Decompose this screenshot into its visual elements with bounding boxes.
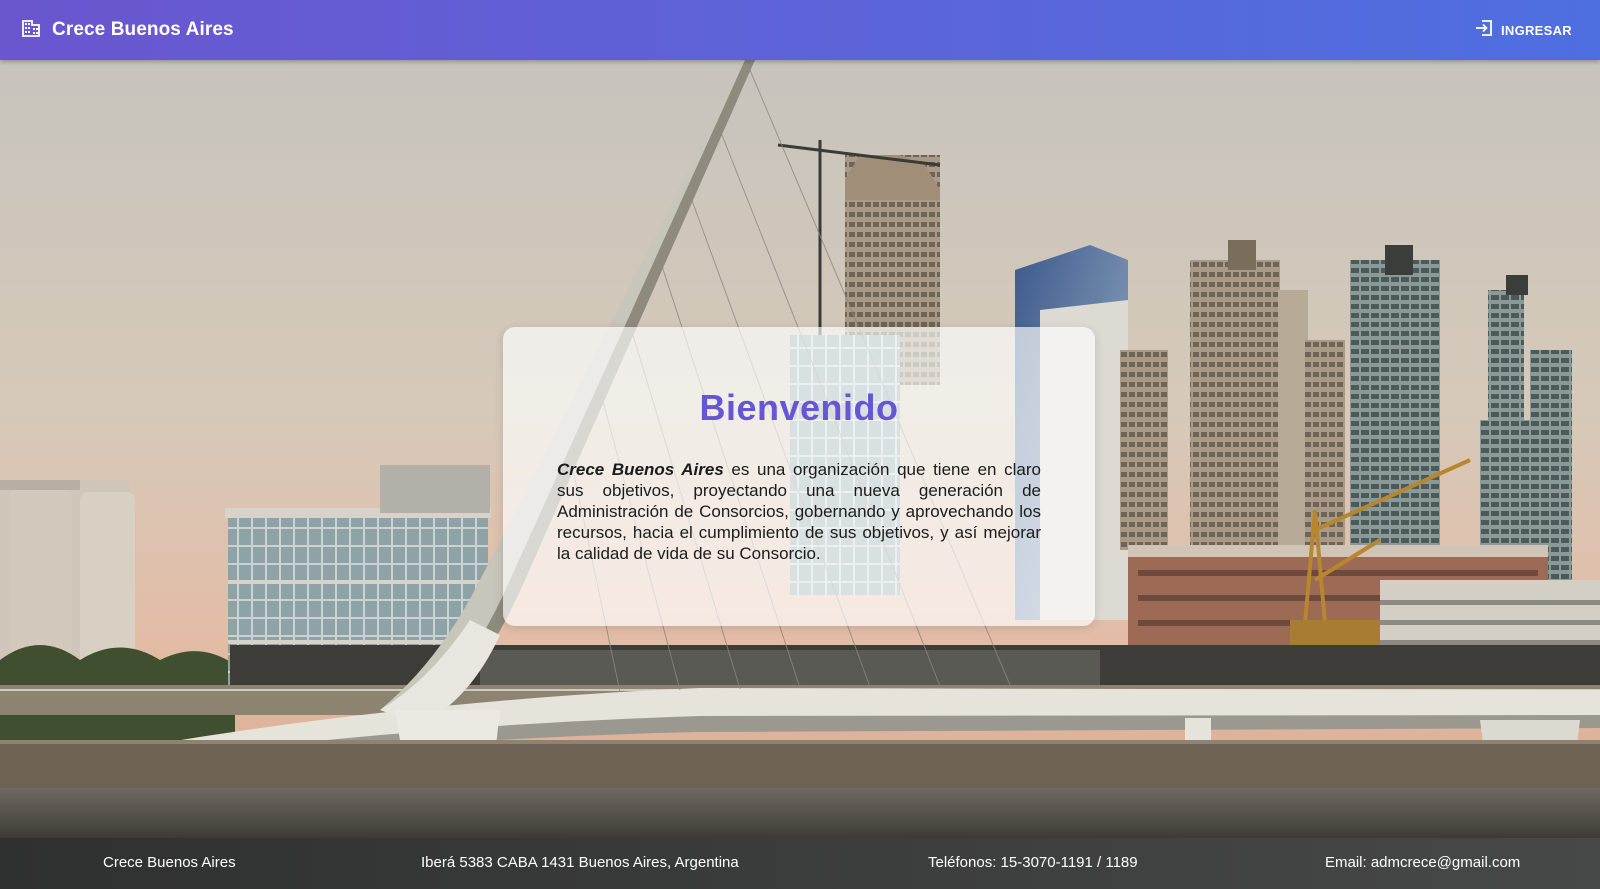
brand[interactable]: Crece Buenos Aires xyxy=(22,19,234,42)
footer-email[interactable]: Email: admcrece@gmail.com xyxy=(1325,854,1520,871)
top-app-bar: Crece Buenos Aires INGRESAR xyxy=(0,0,1600,60)
welcome-card: Bienvenido Crece Buenos Aires es una org… xyxy=(503,327,1095,626)
login-label: INGRESAR xyxy=(1500,22,1572,38)
login-button[interactable]: INGRESAR xyxy=(1474,18,1572,43)
brand-title: Crece Buenos Aires xyxy=(52,19,234,40)
building-icon xyxy=(22,19,40,42)
footer-phones: Teléfonos: 15-3070-1191 / 1189 xyxy=(928,854,1138,871)
footer-name: Crece Buenos Aires xyxy=(103,854,236,871)
login-icon xyxy=(1474,18,1494,43)
footer: Crece Buenos Aires Iberá 5383 CABA 1431 … xyxy=(0,838,1600,889)
welcome-text: Crece Buenos Aires es una organización q… xyxy=(557,459,1041,564)
welcome-title: Bienvenido xyxy=(699,387,899,428)
footer-address: Iberá 5383 CABA 1431 Buenos Aires, Argen… xyxy=(421,854,739,871)
org-name: Crece Buenos Aires xyxy=(557,460,724,479)
